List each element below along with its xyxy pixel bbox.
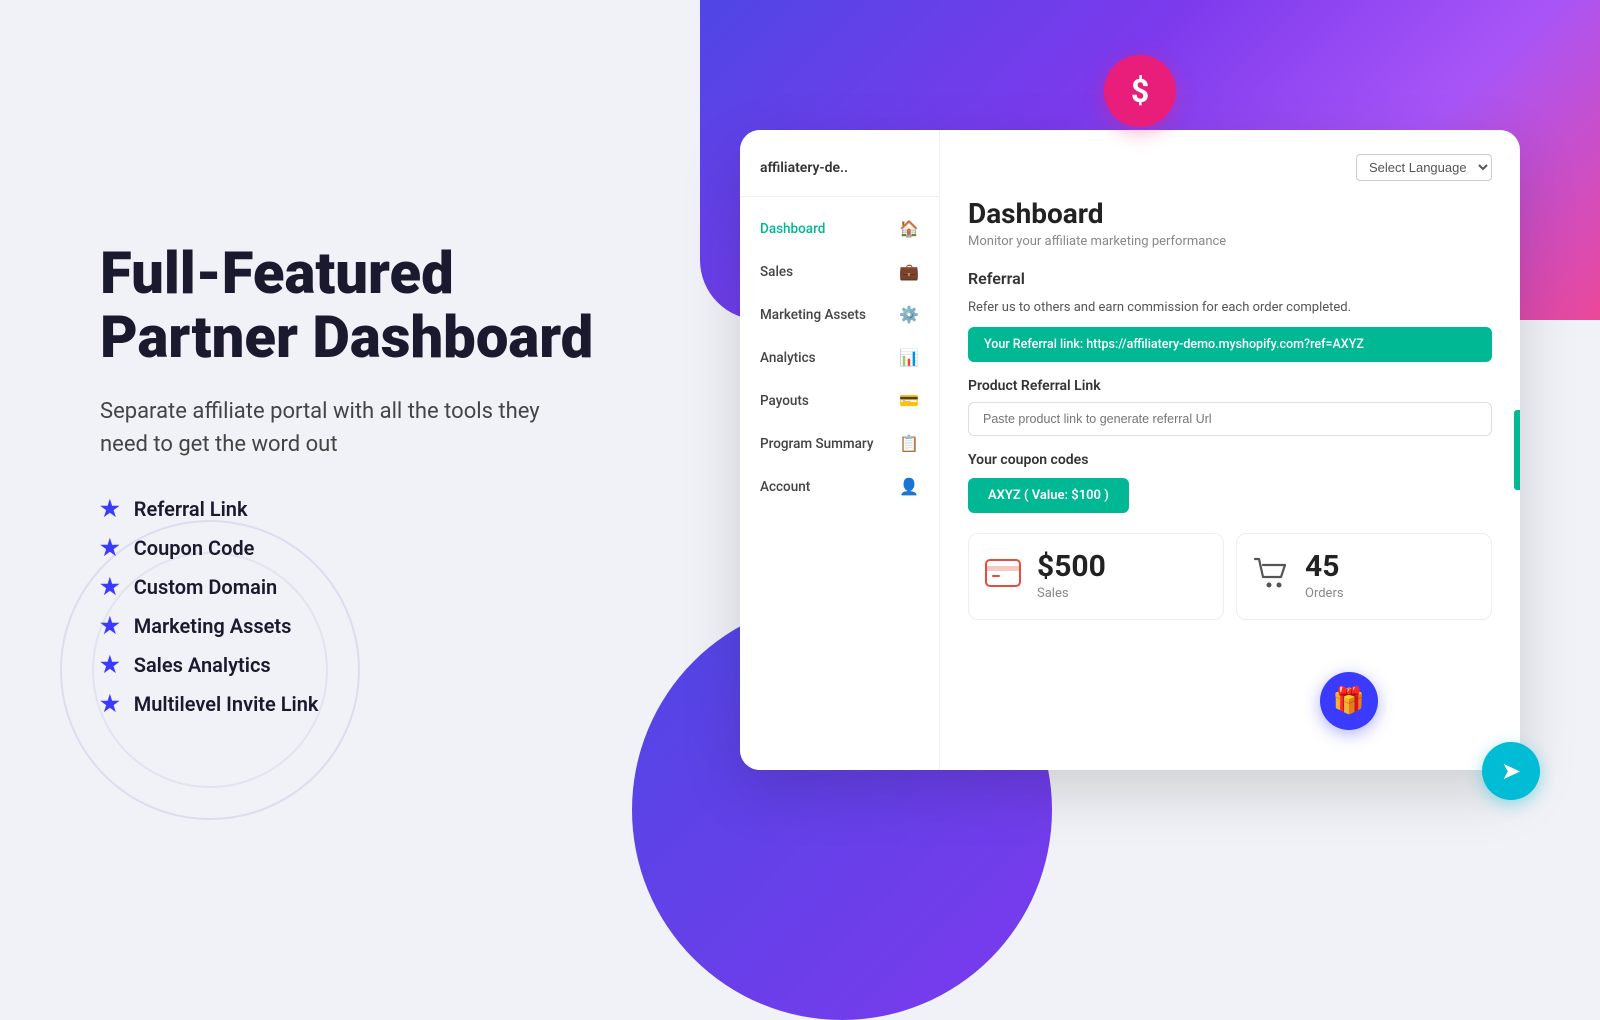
gift-icon: 🎁 <box>1333 686 1365 716</box>
sidebar-label-dashboard: Dashboard <box>760 221 825 237</box>
sidebar-label-payouts: Payouts <box>760 393 809 409</box>
paperplane-icon: ➤ <box>1501 757 1521 785</box>
sidebar-item-account[interactable]: Account 👤 <box>740 465 939 508</box>
star-icon: ★ <box>100 692 120 717</box>
sales-label: Sales <box>1037 586 1106 601</box>
feature-item: ★ Marketing Assets <box>100 614 600 639</box>
star-icon: ★ <box>100 497 120 522</box>
star-icon: ★ <box>100 614 120 639</box>
sidebar-item-payouts[interactable]: Payouts 💳 <box>740 379 939 422</box>
feature-item: ★ Custom Domain <box>100 575 600 600</box>
sales-stat-info: $500 Sales <box>1037 552 1106 601</box>
sales-icon: 💼 <box>899 262 919 281</box>
home-icon: 🏠 <box>899 219 919 238</box>
sidebar-item-analytics[interactable]: Analytics 📊 <box>740 336 939 379</box>
right-panel: $ 🎁 ➤ affiliatery-de.. Dashboard 🏠 Sales… <box>680 0 1600 900</box>
sidebar-item-marketing-assets[interactable]: Marketing Assets ⚙️ <box>740 293 939 336</box>
feature-list: ★ Referral Link ★ Coupon Code ★ Custom D… <box>100 497 600 717</box>
referral-section-title: Referral <box>968 269 1492 288</box>
analytics-icon: 📊 <box>899 348 919 367</box>
sidebar-label-analytics: Analytics <box>760 350 816 366</box>
referral-link-box[interactable]: Your Referral link: https://affiliatery-… <box>968 327 1492 362</box>
orders-label: Orders <box>1305 586 1344 601</box>
dashboard-card: affiliatery-de.. Dashboard 🏠 Sales 💼 Mar… <box>740 130 1520 770</box>
sidebar-label-program-summary: Program Summary <box>760 436 873 452</box>
coupon-badge[interactable]: AXYZ ( Value: $100 ) <box>968 478 1129 513</box>
feature-item: ★ Sales Analytics <box>100 653 600 678</box>
sales-value: $500 <box>1037 552 1106 582</box>
sidebar: affiliatery-de.. Dashboard 🏠 Sales 💼 Mar… <box>740 130 940 770</box>
sidebar-item-program-summary[interactable]: Program Summary 📋 <box>740 422 939 465</box>
hero-subtitle: Separate affiliate portal with all the t… <box>100 395 580 461</box>
marketing-icon: ⚙️ <box>899 305 919 324</box>
payouts-icon: 💳 <box>899 391 919 410</box>
orders-stat-info: 45 Orders <box>1305 552 1344 601</box>
dashboard-main: Select Language English Spanish French D… <box>940 130 1520 770</box>
product-referral-input[interactable] <box>968 402 1492 436</box>
language-select[interactable]: Select Language English Spanish French <box>1356 154 1492 181</box>
feature-item: ★ Referral Link <box>100 497 600 522</box>
dollar-badge: $ <box>1104 55 1176 127</box>
orders-value: 45 <box>1305 552 1344 582</box>
stat-card-orders: 45 Orders <box>1236 533 1492 620</box>
gift-badge: 🎁 <box>1320 672 1378 730</box>
lang-selector-row: Select Language English Spanish French <box>968 154 1492 181</box>
sidebar-item-dashboard[interactable]: Dashboard 🏠 <box>740 207 939 250</box>
star-icon: ★ <box>100 575 120 600</box>
dashboard-title: Dashboard <box>968 197 1492 230</box>
referral-text: Refer us to others and earn commission f… <box>968 300 1492 315</box>
star-icon: ★ <box>100 536 120 561</box>
sidebar-item-sales[interactable]: Sales 💼 <box>740 250 939 293</box>
hero-title: Full-Featured Partner Dashboard <box>100 243 600 371</box>
orders-stat-icon <box>1253 557 1289 596</box>
green-accent <box>1514 410 1520 490</box>
left-panel: Full-Featured Partner Dashboard Separate… <box>0 0 680 900</box>
feature-item: ★ Coupon Code <box>100 536 600 561</box>
sidebar-brand: affiliatery-de.. <box>740 150 939 197</box>
stat-card-sales: $500 Sales <box>968 533 1224 620</box>
feature-item: ★ Multilevel Invite Link <box>100 692 600 717</box>
sidebar-label-account: Account <box>760 479 810 495</box>
product-referral-label: Product Referral Link <box>968 378 1492 394</box>
coupon-label: Your coupon codes <box>968 452 1492 468</box>
sales-stat-icon <box>985 559 1021 594</box>
program-icon: 📋 <box>899 434 919 453</box>
stats-row: $500 Sales 45 Orders <box>968 533 1492 620</box>
dashboard-subtitle: Monitor your affiliate marketing perform… <box>968 234 1492 249</box>
paperplane-badge: ➤ <box>1482 742 1540 800</box>
account-icon: 👤 <box>899 477 919 496</box>
sidebar-label-sales: Sales <box>760 264 793 280</box>
star-icon: ★ <box>100 653 120 678</box>
sidebar-label-marketing-assets: Marketing Assets <box>760 307 866 323</box>
